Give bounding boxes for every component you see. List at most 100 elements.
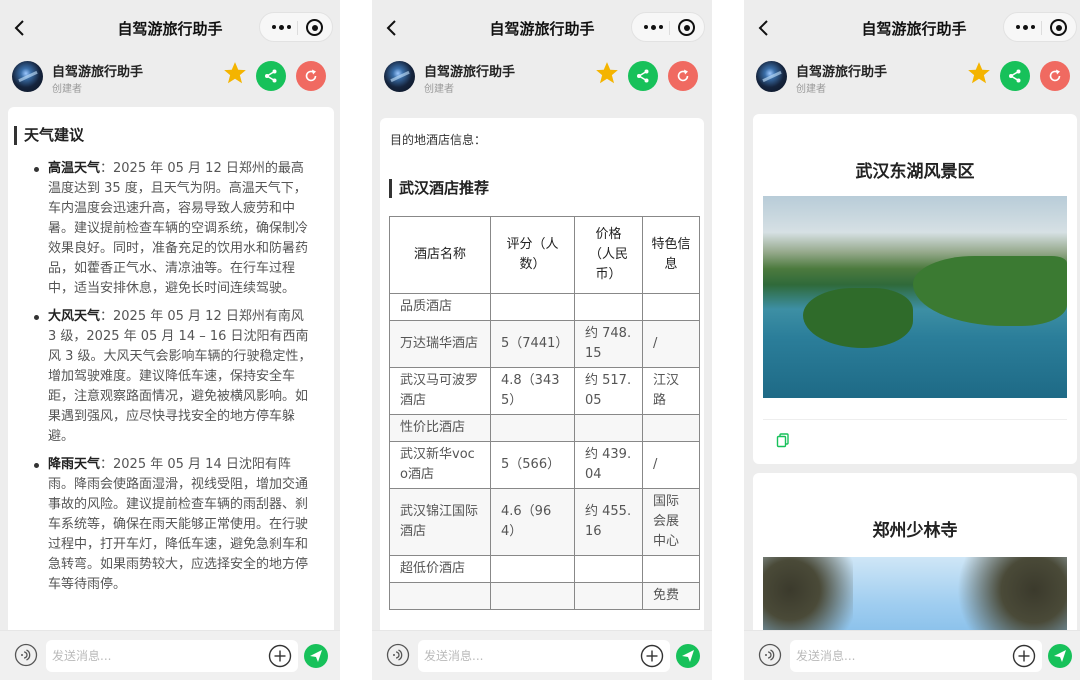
table-cell: 超低价酒店 [389,555,491,583]
divider [763,419,1067,420]
column-header: 特色信息 [642,216,700,294]
close-miniprogram-icon[interactable] [1050,19,1067,36]
assistant-header: 自驾游旅行助手 创建者 [372,56,712,106]
creator-label: 创建者 [424,84,454,95]
capsule-divider [669,21,670,35]
table-cell: 国际会展中心 [642,488,700,556]
table-header-row: 酒店名称 评分（人数） 价格（人民币） 特色信息 [389,216,700,294]
table-row: 武汉马可波罗酒店 4.8（3435）约 517.05 江汉路 [389,367,700,415]
item-text: ：2025 年 05 月 12 日郑州有南风 3 级，2025 年 05 月 1… [48,309,312,444]
table-cell [574,555,643,583]
capsule-menu [259,12,333,42]
table-row: 超低价酒店 [389,555,700,583]
plus-icon[interactable] [640,644,664,668]
voice-icon[interactable] [758,643,782,667]
table-row: 品质酒店 [389,293,700,321]
table-cell [642,293,700,321]
plus-icon[interactable] [1012,644,1036,668]
close-miniprogram-icon[interactable] [306,19,323,36]
table-cell: 武汉新华voco酒店 [389,441,491,489]
table-cell: 约 748.15 [574,320,643,368]
reset-button[interactable] [1040,61,1070,91]
table-row: 武汉新华voco酒店 5（566）约 439.04/ [389,441,700,489]
table-cell: 武汉马可波罗酒店 [389,367,491,415]
share-button[interactable] [628,61,658,91]
refresh-icon [1049,69,1061,82]
message-input[interactable] [46,640,298,672]
close-miniprogram-icon[interactable] [678,19,695,36]
send-button[interactable] [676,644,700,668]
table-cell: 约 517.05 [574,367,643,415]
section-title: 天气建议 [14,125,316,145]
table-cell [490,293,575,321]
item-label: 大风天气 [48,309,101,324]
table-cell: 5（7441） [490,320,575,368]
list-item: 降雨天气：2025 年 05 月 14 日沈阳有阵雨。降雨会使路面湿滑，视线受阻… [14,455,316,595]
refresh-icon [677,69,689,82]
list-item: 大风天气：2025 年 05 月 12 日郑州有南风 3 级，2025 年 05… [14,307,316,447]
table-row: 武汉锦江国际酒店 4.6（964）约 455.16 国际会展中心 [389,488,700,556]
send-button[interactable] [304,644,328,668]
star-icon[interactable] [222,60,248,86]
table-row: 免费 [389,582,700,610]
nav-bar: 自驾游旅行助手 [372,0,712,56]
assistant-name: 自驾游旅行助手 [52,65,144,80]
table-row: 性价比酒店 [389,414,700,442]
send-icon [310,650,322,662]
table-cell: 武汉锦江国际酒店 [389,488,491,556]
avatar [384,61,415,92]
assistant-header: 自驾游旅行助手 创建者 [744,56,1080,106]
input-bar [0,630,340,680]
more-icon[interactable] [266,13,296,41]
assistant-name: 自驾游旅行助手 [424,65,516,80]
assistant-header: 自驾游旅行助手 创建者 [0,56,340,106]
item-label: 降雨天气 [48,457,101,472]
assistant-name: 自驾游旅行助手 [796,65,888,80]
voice-icon[interactable] [386,643,410,667]
star-icon[interactable] [966,60,992,86]
table-cell: / [642,320,700,368]
table-cell: 性价比酒店 [389,414,491,442]
more-icon[interactable] [1010,13,1040,41]
creator-label: 创建者 [796,84,826,95]
table-cell [574,582,643,610]
screen-weather: 自驾游旅行助手 自驾游旅行助手 创建者 天气建议 高温天气：2025 年 05 … [0,0,340,680]
table-cell: 免费 [642,582,700,610]
message-input[interactable] [790,640,1042,672]
scenic-photo [763,196,1067,398]
share-button[interactable] [1000,61,1030,91]
capsule-divider [297,21,298,35]
share-button[interactable] [256,61,286,91]
screen-hotel: 自驾游旅行助手 自驾游旅行助手 创建者 目的地酒店信息： 武汉酒店推荐 酒店名称… [372,0,712,680]
send-button[interactable] [1048,644,1072,668]
table-cell: 万达瑞华酒店 [389,320,491,368]
reset-button[interactable] [668,61,698,91]
column-header: 评分（人数） [490,216,575,294]
table-cell [642,555,700,583]
table-cell [574,414,643,442]
table-cell: 品质酒店 [389,293,491,321]
refresh-icon [305,69,317,82]
send-icon [682,650,694,662]
table-cell: 江汉路 [642,367,700,415]
screen-scenic: 自驾游旅行助手 自驾游旅行助手 创建者 武汉东湖风景区 郑州少林寺 [744,0,1080,680]
star-icon[interactable] [594,60,620,86]
more-icon[interactable] [638,13,668,41]
item-text: ：2025 年 05 月 12 日郑州的最高温度达到 35 度，且天气为阴。高温… [48,161,309,296]
voice-icon[interactable] [14,643,38,667]
weather-card: 天气建议 高温天气：2025 年 05 月 12 日郑州的最高温度达到 35 度… [8,107,334,637]
copy-icon[interactable] [775,432,791,448]
scenic-card: 武汉东湖风景区 [753,114,1077,464]
table-cell: / [642,441,700,489]
send-icon [1054,650,1066,662]
plus-icon[interactable] [268,644,292,668]
reset-button[interactable] [296,61,326,91]
section-title: 武汉酒店推荐 [389,178,695,198]
list-item: 高温天气：2025 年 05 月 12 日郑州的最高温度达到 35 度，且天气为… [14,159,316,299]
table-row: 万达瑞华酒店 5（7441）约 748.15/ [389,320,700,368]
message-input[interactable] [418,640,670,672]
share-icon [265,69,277,83]
nav-bar: 自驾游旅行助手 [0,0,340,56]
share-icon [1009,69,1021,83]
table-cell: 约 455.16 [574,488,643,556]
